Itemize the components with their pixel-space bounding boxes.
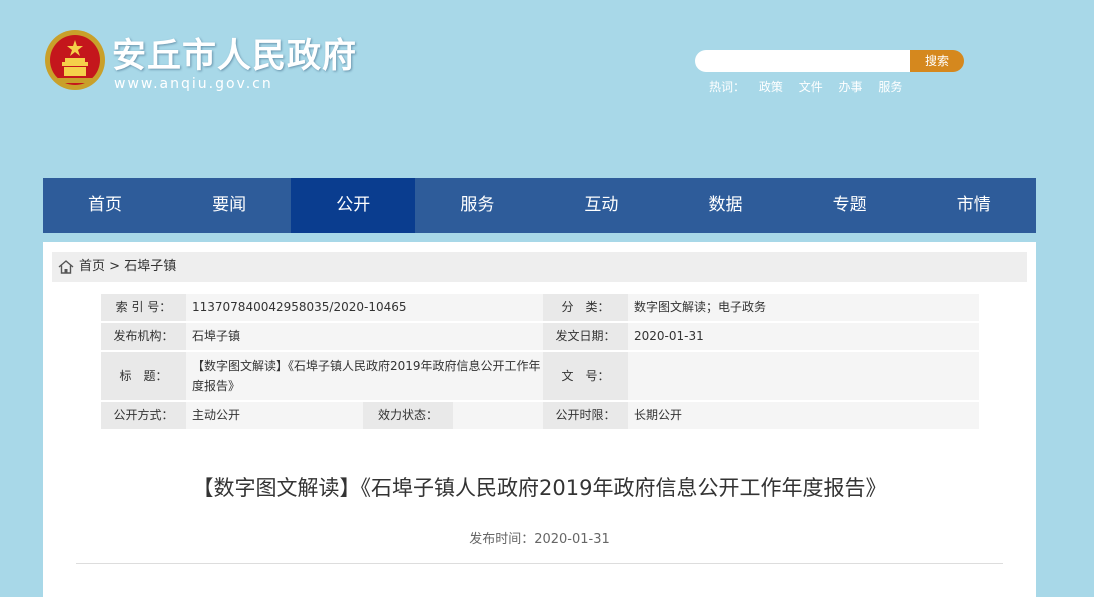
validity-label: 效力状态：: [363, 402, 453, 429]
index-no-label: 索 引 号：: [101, 294, 186, 321]
publish-date: 发布时间：2020-01-31: [43, 528, 1036, 547]
issue-date-value: 2020-01-31: [628, 323, 979, 350]
disclosure-method-label: 公开方式：: [101, 402, 186, 429]
search-box: [695, 50, 911, 74]
breadcrumb-separator: >: [109, 259, 121, 274]
search-input[interactable]: [705, 50, 909, 74]
home-icon: [58, 260, 74, 274]
nav-item-disclosure[interactable]: 公开: [291, 178, 416, 233]
validity-value: [453, 402, 543, 429]
nav-item-data[interactable]: 数据: [663, 178, 787, 233]
meta-row: 索 引 号： 113707840042958035/2020-10465 分 类…: [101, 294, 979, 323]
title-label: 标 题：: [101, 352, 186, 400]
meta-row: 发布机构： 石埠子镇 发文日期： 2020-01-31: [101, 323, 979, 352]
hotword-policy-link[interactable]: 政策: [759, 80, 783, 94]
publish-date-value: 2020-01-31: [534, 532, 610, 547]
main-nav: 首页 要闻 公开 服务 互动 数据 专题 市情: [43, 178, 1036, 233]
nav-item-topics[interactable]: 专题: [788, 178, 912, 233]
nav-item-home[interactable]: 首页: [43, 178, 167, 233]
category-label: 分 类：: [543, 294, 628, 321]
publisher-value: 石埠子镇: [186, 323, 543, 350]
breadcrumb-home-link[interactable]: 首页: [79, 259, 105, 274]
doc-no-label: 文 号：: [543, 352, 628, 400]
meta-row: 公开方式： 主动公开 效力状态： 公开时限： 长期公开: [101, 402, 979, 431]
meta-row: 标 题： 【数字图文解读】《石埠子镇人民政府2019年政府信息公开工作年度报告》…: [101, 352, 979, 402]
site-header: 安丘市人民政府 www.anqiu.gov.cn 搜索 热词： 政策 文件 办事…: [0, 0, 1094, 178]
breadcrumb: 首页 > 石埠子镇: [52, 252, 1027, 282]
title-value: 【数字图文解读】《石埠子镇人民政府2019年政府信息公开工作年度报告》: [186, 352, 543, 400]
site-url: www.anqiu.gov.cn: [114, 76, 273, 92]
content-panel: 首页 > 石埠子镇 索 引 号： 113707840042958035/2020…: [43, 242, 1036, 597]
divider: [76, 563, 1003, 564]
article-title: 【数字图文解读】《石埠子镇人民政府2019年政府信息公开工作年度报告》: [192, 476, 887, 500]
hotwords-label: 热词：: [709, 80, 746, 94]
nav-item-news[interactable]: 要闻: [167, 178, 291, 233]
search-button[interactable]: 搜索: [910, 50, 964, 72]
nav-item-city-info[interactable]: 市情: [912, 178, 1036, 233]
meta-table: 索 引 号： 113707840042958035/2020-10465 分 类…: [101, 294, 979, 431]
category-value: 数字图文解读；电子政务: [628, 294, 979, 321]
nav-item-services[interactable]: 服务: [415, 178, 539, 233]
hotword-document-link[interactable]: 文件: [799, 80, 823, 94]
doc-no-value: [628, 352, 979, 400]
hotword-service-affairs-link[interactable]: 办事: [839, 80, 863, 94]
nav-item-interaction[interactable]: 互动: [539, 178, 663, 233]
hotword-service-link[interactable]: 服务: [878, 80, 902, 94]
site-title: 安丘市人民政府: [112, 36, 357, 76]
disclosure-period-value: 长期公开: [628, 402, 979, 429]
disclosure-method-value: 主动公开: [186, 402, 363, 429]
issue-date-label: 发文日期：: [543, 323, 628, 350]
disclosure-period-label: 公开时限：: [543, 402, 628, 429]
breadcrumb-current-link[interactable]: 石埠子镇: [124, 259, 176, 274]
national-emblem-icon: [45, 30, 105, 90]
hotwords: 热词： 政策 文件 办事 服务: [709, 78, 914, 95]
index-no-value: 113707840042958035/2020-10465: [186, 294, 543, 321]
publisher-label: 发布机构：: [101, 323, 186, 350]
publish-date-label: 发布时间：: [469, 532, 535, 547]
